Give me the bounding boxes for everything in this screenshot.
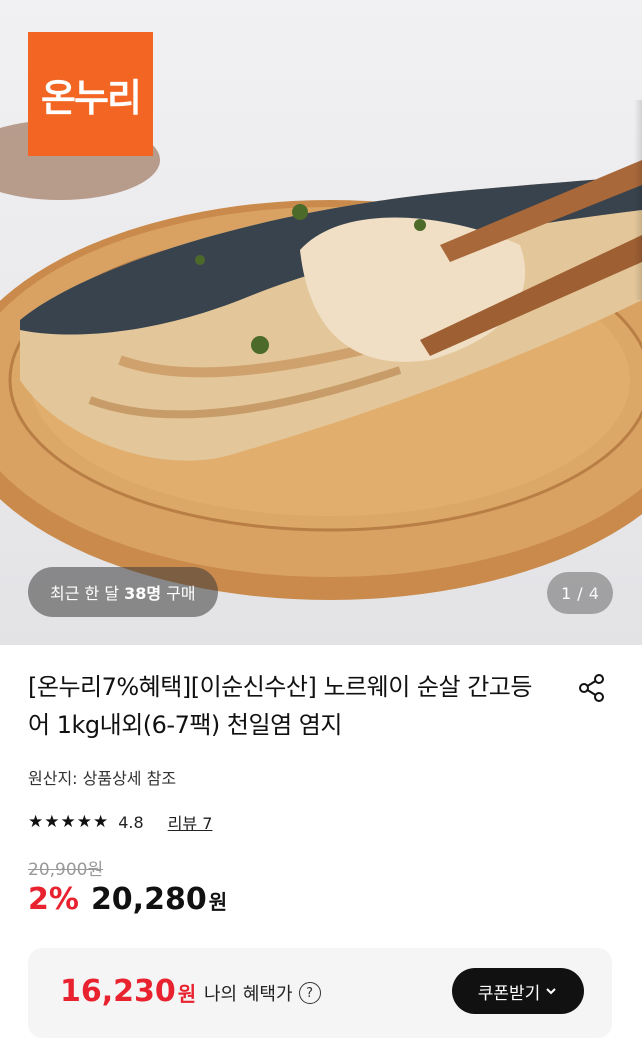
star-icon: ★ — [93, 811, 109, 832]
benefit-label: 나의 혜택가 — [204, 984, 293, 1005]
share-button[interactable] — [574, 670, 610, 706]
recent-buyers-count: 38명 — [124, 584, 162, 603]
share-icon — [579, 674, 604, 702]
help-icon[interactable]: ? — [298, 982, 321, 1004]
product-image[interactable]: 온누리 최근 한 달 38명 구매 1 / 4 — [0, 0, 642, 645]
star-icon: ★ — [28, 811, 44, 832]
image-counter-total: 4 — [588, 583, 599, 603]
image-counter-separator: / — [577, 583, 583, 603]
image-counter-current: 1 — [561, 583, 572, 603]
onnuri-logo: 온누리 — [28, 32, 153, 156]
recent-buyers-prefix: 최근 한 달 — [50, 584, 120, 603]
chevron-down-icon — [546, 988, 556, 995]
sale-price-currency: 원 — [208, 890, 228, 914]
product-title: [온누리7%혜택][이순신수산] 노르웨이 순살 간고등어 1kg내외(6-7팩… — [28, 673, 532, 739]
sale-price: 20,280 — [90, 882, 207, 917]
recent-buyers-badge: 최근 한 달 38명 구매 — [28, 567, 218, 617]
coupon-button[interactable]: 쿠폰받기 — [452, 968, 584, 1014]
benefit-price-value: 16,230 — [60, 974, 176, 1009]
discount-rate: 2% — [28, 882, 79, 917]
rating-score: 4.8 — [118, 812, 144, 832]
recent-buyers-suffix: 구매 — [166, 584, 196, 603]
star-icon: ★ — [76, 811, 92, 832]
logo-text: 온누리 — [41, 75, 142, 120]
star-icon: ★ — [60, 811, 76, 832]
coupon-button-label: 쿠폰받기 — [477, 983, 541, 1004]
image-counter: 1 / 4 — [547, 572, 613, 614]
benefit-price-box: 16,230 원 나의 혜택가 ? 쿠폰받기 — [28, 948, 612, 1038]
star-icon: ★ — [44, 811, 60, 832]
scroll-shadow — [634, 100, 642, 300]
benefit-label-row: 나의 혜택가 ? — [204, 980, 321, 1006]
benefit-price: 16,230 원 — [60, 974, 196, 1009]
review-link[interactable]: 리뷰 7 — [168, 810, 213, 834]
price-row: 2% 20,280 원 — [28, 882, 227, 917]
star-rating: ★ ★ ★ ★ ★ — [28, 811, 109, 832]
benefit-price-currency: 원 — [177, 982, 197, 1006]
rating-row: ★ ★ ★ ★ ★ 4.8 리뷰 7 — [28, 810, 212, 834]
origin-info: 원산지: 상품상세 참조 — [28, 769, 177, 788]
original-price: 20,900원 — [28, 860, 104, 880]
